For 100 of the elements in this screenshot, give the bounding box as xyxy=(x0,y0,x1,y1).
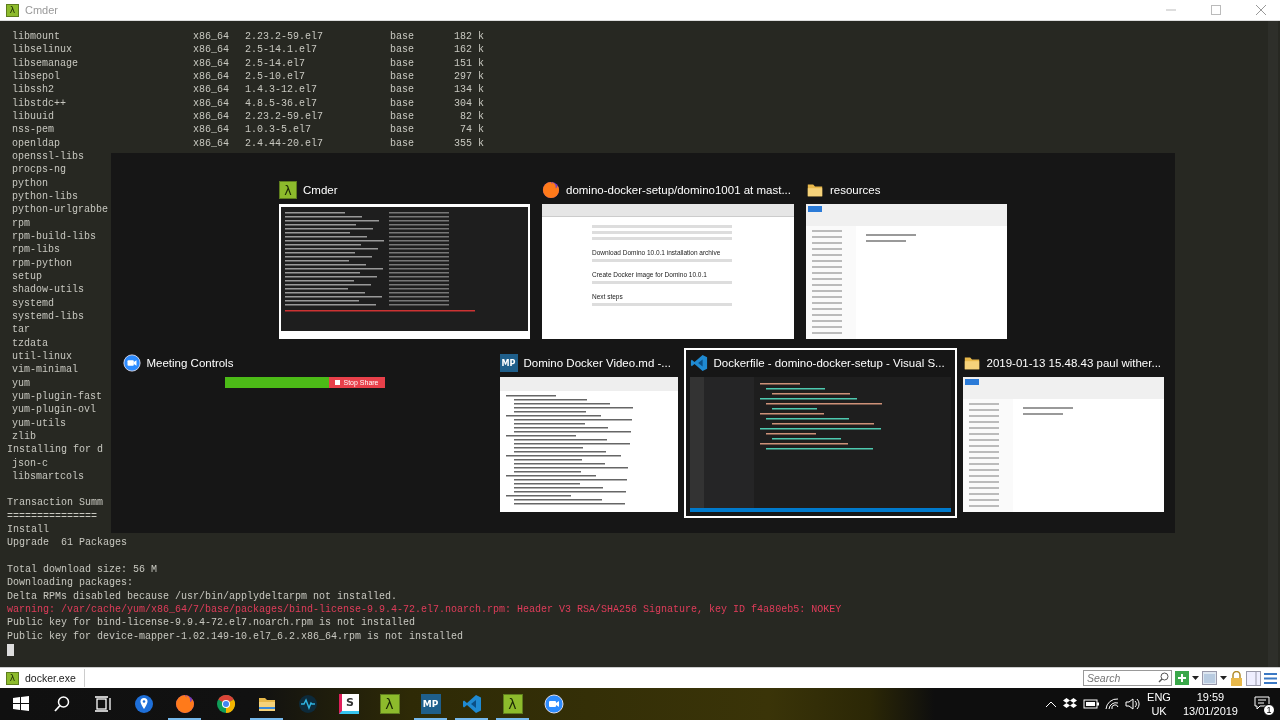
taskbar-button[interactable]: S xyxy=(328,688,369,720)
package-version: 2.5-10.el7 xyxy=(245,70,305,84)
battery-icon[interactable] xyxy=(1083,699,1100,709)
caret-icon[interactable] xyxy=(1220,676,1227,680)
package-arch: x86_64 xyxy=(193,30,229,44)
package-version: 2.5-14.el7 xyxy=(245,56,305,70)
package-version: 1.0.3-5.el7 xyxy=(245,123,311,137)
window-preview[interactable]: Dockerfile - domino-docker-setup - Visual S... xyxy=(683,348,957,518)
package-size: 297 k xyxy=(454,70,484,84)
package-name: openssl-libs xyxy=(11,149,84,164)
package-size: 162 k xyxy=(454,43,484,57)
window-preview[interactable]: λ Cmder xyxy=(273,175,536,345)
window-title: Cmder xyxy=(25,4,59,16)
package-name: libuuid xyxy=(11,109,54,124)
package-repo: base xyxy=(390,123,414,137)
close-icon[interactable] xyxy=(1255,5,1266,15)
terminal-line: Transaction Summ xyxy=(7,496,103,510)
chevron-up-icon[interactable] xyxy=(1045,700,1058,708)
cmder2-icon: λ xyxy=(502,694,523,714)
text-cursor xyxy=(7,644,14,657)
package-repo: base xyxy=(390,136,414,150)
package-name: systemd-libs xyxy=(11,309,84,324)
package-name: rpm-libs xyxy=(11,243,60,257)
taskbar-button[interactable]: MP xyxy=(410,688,451,720)
window-title: Domino Docker Video.md -... xyxy=(523,357,671,369)
cmder-icon: λ xyxy=(279,181,297,199)
taskbar-button[interactable]: λ xyxy=(369,688,410,720)
package-repo: base xyxy=(390,109,414,124)
terminal-line: =============== xyxy=(7,509,97,524)
package-size: 151 k xyxy=(454,56,484,70)
package-arch: x86_64 xyxy=(193,123,229,137)
terminal-line: Installing for d xyxy=(7,443,103,457)
window-title: resources xyxy=(830,184,881,196)
menu-icon[interactable] xyxy=(1264,672,1277,684)
terminal-line: Public key for bind-license-9.9.4-72.el7.noarch.rpm is not installed xyxy=(7,616,416,630)
package-size: 134 k xyxy=(454,83,484,97)
window-preview[interactable]: resources xyxy=(800,175,1013,345)
caret-icon[interactable] xyxy=(1192,676,1199,680)
package-arch: x86_64 xyxy=(193,43,229,57)
package-name: libselinux xyxy=(11,43,72,57)
package-size: 355 k xyxy=(454,136,484,150)
chrome-icon xyxy=(215,694,236,714)
firefox-icon xyxy=(174,694,195,714)
task-view-icon xyxy=(92,694,113,714)
terminal-line: Delta RPMs disabled because /usr/bin/applydeltarpm not installed. xyxy=(7,589,398,604)
package-arch: x86_64 xyxy=(193,56,229,70)
window-preview[interactable]: MP Domino Docker Video.md -... xyxy=(493,348,684,518)
package-name: openldap xyxy=(11,136,60,150)
package-repo: base xyxy=(390,56,414,70)
package-arch: x86_64 xyxy=(193,109,229,124)
package-repo: base xyxy=(390,83,414,97)
package-repo: base xyxy=(390,43,414,57)
package-name: json-c xyxy=(11,456,48,470)
clock-date[interactable]: 13/01/2019 xyxy=(1182,704,1238,718)
location-pin-icon xyxy=(133,694,154,714)
package-repo: base xyxy=(390,70,414,84)
clock-time[interactable]: 19:59 xyxy=(1196,690,1225,704)
wifi-icon[interactable] xyxy=(1105,698,1120,710)
language-code: ENG xyxy=(1147,690,1171,704)
camera-icon xyxy=(543,694,564,714)
language-indicator[interactable]: ENG UK xyxy=(1147,690,1171,718)
window-title: Meeting Controls xyxy=(146,357,234,369)
package-name: python xyxy=(11,176,48,190)
package-name: rpm-build-libs xyxy=(11,229,96,244)
package-name: python-urlgrabbe xyxy=(11,203,108,217)
volume-icon[interactable] xyxy=(1125,698,1142,710)
running-indicator xyxy=(414,718,447,720)
window-title: Dockerfile - domino-docker-setup - Visual S... xyxy=(713,357,945,369)
waveform-icon xyxy=(297,694,318,714)
split-view-icon[interactable] xyxy=(1246,670,1261,686)
package-name: tar xyxy=(11,323,30,337)
language-code: UK xyxy=(1151,704,1167,718)
package-name: libstdc++ xyxy=(11,96,66,110)
package-version: 2.23.2-59.el7 xyxy=(245,30,323,44)
package-name: zlib xyxy=(11,429,36,444)
package-name: yum xyxy=(11,376,30,390)
package-name: shadow-utils xyxy=(11,283,84,297)
terminal-line: Install xyxy=(7,523,49,537)
warning-line: warning: /var/cache/yum/x86_64/7/base/packages/bind-license-9.9.4-72.el7.noarch.rpm: Header V3 RSA/SHA256 Signature, key ID f4a80eb5: NOKEY xyxy=(7,603,842,617)
notification-count: 1 xyxy=(1263,704,1275,716)
terminal-line: Downloading packages: xyxy=(7,576,134,590)
package-name: python-libs xyxy=(11,189,78,204)
dropbox-icon[interactable] xyxy=(1063,698,1078,710)
package-name: systemd xyxy=(11,296,54,310)
scrollbar[interactable] xyxy=(1268,21,1278,667)
mp-icon: MP xyxy=(420,694,441,714)
terminal-line: Public key for device-mapper-1.02.149-10.el7_6.2.x86_64.rpm is not installed xyxy=(7,629,464,644)
package-name: rpm xyxy=(11,216,30,230)
cmder-icon: λ xyxy=(6,3,19,17)
package-name: libmount xyxy=(11,30,60,44)
search-field[interactable]: Search xyxy=(1083,670,1172,686)
package-version: 2.23.2-59.el7 xyxy=(245,109,323,124)
package-arch: x86_64 xyxy=(193,83,229,97)
package-version: 2.4.44-20.el7 xyxy=(245,136,323,150)
window-preview[interactable]: 2019-01-13 15.48.43 paul wither... xyxy=(956,348,1170,518)
slack-icon: S xyxy=(338,694,359,714)
package-version: 4.8.5-36.el7 xyxy=(245,96,317,110)
package-name: libsepol xyxy=(11,70,60,84)
taskbar-button[interactable]: λ xyxy=(492,688,533,720)
window-title: 2019-01-13 15.48.43 paul wither... xyxy=(986,357,1162,369)
